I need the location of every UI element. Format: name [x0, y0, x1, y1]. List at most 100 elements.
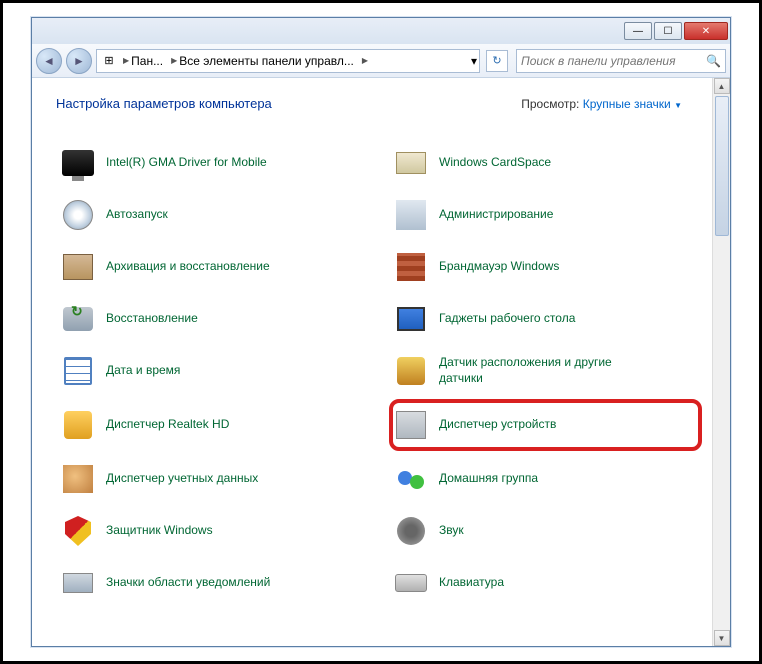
window-frame: — ☐ ✕ ◄ ► ⊞ ▶Пан... ▶Все элементы панели…	[0, 0, 762, 664]
item-icon	[393, 353, 429, 389]
cp-item-desktop-gadgets[interactable]: Гаджеты рабочего стола	[389, 295, 702, 343]
cp-item-intel-gma[interactable]: Intel(R) GMA Driver for Mobile	[56, 139, 369, 187]
breadcrumb-seg-1[interactable]: ▶Пан...	[119, 54, 167, 68]
address-dropdown-icon[interactable]: ▾	[471, 54, 477, 68]
item-label: Значки области уведомлений	[106, 575, 270, 591]
item-label: Архивация и восстановление	[106, 259, 270, 275]
item-label: Гаджеты рабочего стола	[439, 311, 575, 327]
window-inner: — ☐ ✕ ◄ ► ⊞ ▶Пан... ▶Все элементы панели…	[31, 17, 731, 647]
vertical-scrollbar[interactable]: ▲ ▼	[712, 78, 730, 646]
breadcrumb-label: Пан...	[131, 54, 163, 68]
scroll-thumb[interactable]	[715, 96, 729, 236]
item-label: Домашняя группа	[439, 471, 538, 487]
cp-item-credential-manager[interactable]: Диспетчер учетных данных	[56, 455, 369, 503]
cp-item-realtek-hd[interactable]: Диспетчер Realtek HD	[56, 399, 369, 451]
cp-item-device-manager[interactable]: Диспетчер устройств	[389, 399, 702, 451]
cp-item-notification-icons[interactable]: Значки области уведомлений	[56, 559, 369, 607]
administration-icon	[396, 200, 426, 230]
item-icon	[60, 461, 96, 497]
cp-item-windows-defender[interactable]: Защитник Windows	[56, 507, 369, 555]
windows-defender-icon	[65, 516, 91, 546]
navbar: ◄ ► ⊞ ▶Пан... ▶Все элементы панели управ…	[32, 44, 730, 78]
breadcrumb-more[interactable]: ▶	[358, 56, 372, 65]
item-icon	[393, 513, 429, 549]
forward-button[interactable]: ►	[66, 48, 92, 74]
header-row: Настройка параметров компьютера Просмотр…	[56, 96, 702, 111]
item-icon	[60, 197, 96, 233]
device-manager-icon	[396, 411, 426, 439]
item-icon	[393, 461, 429, 497]
intel-gma-icon	[62, 150, 94, 176]
item-label: Диспетчер Realtek HD	[106, 417, 229, 433]
desktop-gadgets-icon	[397, 307, 425, 331]
cardspace-icon	[396, 152, 426, 174]
scroll-down-button[interactable]: ▼	[714, 630, 730, 646]
item-label: Диспетчер учетных данных	[106, 471, 258, 487]
notification-icons-icon	[63, 573, 93, 593]
titlebar: — ☐ ✕	[32, 18, 730, 44]
homegroup-icon	[396, 465, 426, 493]
view-mode-dropdown[interactable]: Крупные значки ▼	[583, 97, 682, 111]
scroll-up-button[interactable]: ▲	[714, 78, 730, 94]
breadcrumb-seg-2[interactable]: ▶Все элементы панели управл...	[167, 54, 358, 68]
control-panel-icon: ⊞	[101, 53, 117, 69]
cp-item-cardspace[interactable]: Windows CardSpace	[389, 139, 702, 187]
item-label: Автозапуск	[106, 207, 168, 223]
item-label: Диспетчер устройств	[439, 417, 556, 433]
cp-item-administration[interactable]: Администрирование	[389, 191, 702, 239]
item-label: Защитник Windows	[106, 523, 213, 539]
credential-manager-icon	[63, 465, 93, 493]
sound-icon	[397, 517, 425, 545]
item-icon	[60, 301, 96, 337]
cp-item-date-time[interactable]: Дата и время	[56, 347, 369, 395]
minimize-button[interactable]: —	[624, 22, 652, 40]
view-label: Просмотр:	[521, 97, 579, 111]
cp-item-firewall[interactable]: Брандмауэр Windows	[389, 243, 702, 291]
item-label: Windows CardSpace	[439, 155, 551, 171]
item-label: Клавиатура	[439, 575, 504, 591]
firewall-icon	[397, 253, 425, 281]
location-sensors-icon	[397, 357, 425, 385]
cp-item-backup-restore[interactable]: Архивация и восстановление	[56, 243, 369, 291]
view-options: Просмотр: Крупные значки ▼	[521, 97, 682, 111]
content-area: Настройка параметров компьютера Просмотр…	[32, 78, 730, 646]
item-icon	[393, 249, 429, 285]
backup-restore-icon	[63, 254, 93, 280]
refresh-button[interactable]: ↻	[486, 50, 508, 72]
cp-item-autoplay[interactable]: Автозапуск	[56, 191, 369, 239]
breadcrumb-label: Все элементы панели управл...	[179, 54, 354, 68]
realtek-hd-icon	[64, 411, 92, 439]
cp-item-location-sensors[interactable]: Датчик расположения и другие датчики	[389, 347, 702, 395]
item-label: Intel(R) GMA Driver for Mobile	[106, 155, 267, 171]
item-icon	[393, 565, 429, 601]
search-icon[interactable]: 🔍	[706, 54, 721, 68]
page-title: Настройка параметров компьютера	[56, 96, 272, 111]
item-label: Датчик расположения и другие датчики	[439, 355, 619, 386]
item-icon	[60, 353, 96, 389]
item-icon	[60, 145, 96, 181]
cp-item-homegroup[interactable]: Домашняя группа	[389, 455, 702, 503]
item-icon	[393, 197, 429, 233]
close-button[interactable]: ✕	[684, 22, 728, 40]
search-box[interactable]: 🔍	[516, 49, 726, 73]
maximize-button[interactable]: ☐	[654, 22, 682, 40]
item-icon	[393, 145, 429, 181]
item-label: Дата и время	[106, 363, 180, 379]
search-input[interactable]	[521, 54, 706, 68]
item-icon	[393, 407, 429, 443]
item-icon	[60, 513, 96, 549]
scroll-area: Настройка параметров компьютера Просмотр…	[32, 78, 712, 646]
item-icon	[60, 565, 96, 601]
item-label: Администрирование	[439, 207, 553, 223]
keyboard-icon	[395, 574, 427, 592]
item-icon	[60, 249, 96, 285]
cp-item-keyboard[interactable]: Клавиатура	[389, 559, 702, 607]
cp-item-recovery[interactable]: Восстановление	[56, 295, 369, 343]
cp-item-sound[interactable]: Звук	[389, 507, 702, 555]
back-button[interactable]: ◄	[36, 48, 62, 74]
recovery-icon	[63, 307, 93, 331]
address-bar[interactable]: ⊞ ▶Пан... ▶Все элементы панели управл...…	[96, 49, 480, 73]
items-grid: Intel(R) GMA Driver for Mobile Windows Ca…	[56, 139, 702, 607]
item-icon	[60, 407, 96, 443]
item-label: Брандмауэр Windows	[439, 259, 559, 275]
